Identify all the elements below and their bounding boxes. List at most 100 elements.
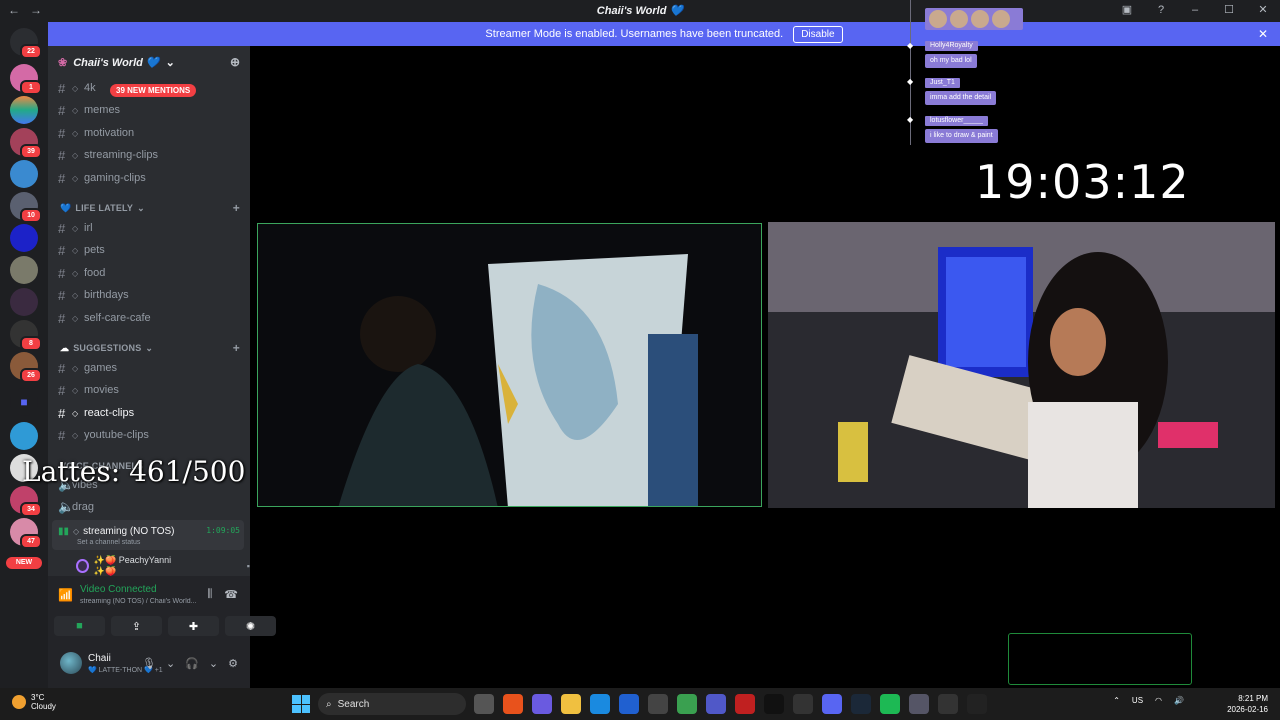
- steam-icon[interactable]: [851, 694, 871, 714]
- hash-icon: #: [58, 147, 66, 163]
- channel-item[interactable]: # ◇ irl: [58, 218, 244, 238]
- forward-arrow-icon[interactable]: →: [30, 3, 42, 17]
- server-icon[interactable]: 39: [10, 128, 42, 159]
- channel-item-react-clips[interactable]: # ◇ react-clips: [58, 403, 244, 423]
- settings-gear-icon[interactable]: ⚙: [228, 657, 238, 670]
- chevron-down-icon[interactable]: ⌄: [209, 657, 218, 670]
- server-icon[interactable]: [10, 288, 38, 316]
- close-banner-icon[interactable]: ✕: [1258, 27, 1268, 41]
- start-button[interactable]: [292, 695, 310, 713]
- chat-message: oh my bad lol: [925, 54, 977, 68]
- server-icon[interactable]: 47: [10, 518, 42, 549]
- channel-item[interactable]: # ◇ food: [58, 263, 244, 283]
- channel-label: birthdays: [84, 289, 129, 301]
- app-icon[interactable]: [967, 694, 987, 714]
- add-channel-icon[interactable]: +: [233, 341, 240, 355]
- server-icon[interactable]: [10, 256, 38, 284]
- tiktok-icon[interactable]: [764, 694, 784, 714]
- chrome-icon[interactable]: [677, 694, 697, 714]
- soundboard-button[interactable]: ✺: [225, 616, 276, 636]
- activities-button[interactable]: ✚: [168, 616, 219, 636]
- app-icon[interactable]: [532, 694, 552, 714]
- channel-item[interactable]: # ◇ streaming-clips: [58, 145, 244, 165]
- language-indicator[interactable]: US: [1132, 696, 1143, 705]
- app-icon[interactable]: [909, 694, 929, 714]
- category-life-lately[interactable]: 💙 LIFE LATELY ⌄ +: [60, 201, 240, 215]
- voice-status-title[interactable]: Video Connected: [80, 584, 157, 595]
- server-icon[interactable]: 8: [10, 320, 42, 351]
- channel-label: drag: [72, 501, 95, 513]
- channel-item[interactable]: # ◇ memes: [58, 100, 244, 120]
- minimize-button[interactable]: –: [1188, 4, 1202, 16]
- server-icon[interactable]: [10, 160, 38, 188]
- channel-item[interactable]: # ◇ self-care-cafe: [58, 308, 244, 328]
- disable-button[interactable]: Disable: [793, 25, 843, 43]
- inbox-icon[interactable]: ▣: [1120, 3, 1134, 16]
- date: 2026-02-16: [1227, 705, 1268, 714]
- server-icon[interactable]: 10: [10, 192, 42, 223]
- hash-icon: #: [58, 287, 66, 303]
- username: Chaii: [88, 653, 111, 664]
- headphones-icon[interactable]: 🎧: [185, 657, 199, 670]
- lattes-counter-overlay: Lattes: 461/500: [22, 455, 246, 488]
- direct-messages-icon[interactable]: 22: [10, 28, 42, 59]
- user-panel: Chaii 💙 LATTE-THON 💙 +1 🎙 ⌄ 🎧 ⌄ ⚙: [48, 642, 250, 688]
- close-window-button[interactable]: ✕: [1256, 3, 1270, 16]
- wifi-icon[interactable]: ◠: [1155, 696, 1162, 705]
- user-avatar[interactable]: [60, 652, 82, 674]
- channel-item[interactable]: # ◇ pets: [58, 240, 244, 260]
- add-member-icon[interactable]: ⊕: [230, 55, 240, 69]
- new-mentions-badge[interactable]: 39 NEW MENTIONS: [110, 84, 197, 97]
- screen-share-button[interactable]: ⇪: [111, 616, 162, 636]
- voice-channel-item[interactable]: 🔈 drag: [58, 497, 244, 517]
- server-icon[interactable]: 26: [10, 352, 42, 383]
- spotify-icon[interactable]: [880, 694, 900, 714]
- store-icon[interactable]: [648, 694, 668, 714]
- volume-icon[interactable]: 🔊: [1174, 696, 1184, 705]
- chevron-up-icon[interactable]: ⌃: [1113, 696, 1120, 705]
- weather-widget[interactable]: 3°C Cloudy: [12, 693, 56, 711]
- help-icon[interactable]: ?: [1154, 4, 1168, 16]
- taskbar-clock[interactable]: 8:21 PM 2026-02-16: [1227, 693, 1268, 715]
- diamond-icon: ◇: [72, 150, 79, 160]
- folder-icon[interactable]: ■: [10, 388, 38, 416]
- add-channel-icon[interactable]: +: [233, 201, 240, 215]
- obs-icon[interactable]: [938, 694, 958, 714]
- channel-item[interactable]: # ◇ gaming-clips: [58, 168, 244, 188]
- discord-icon[interactable]: [822, 694, 842, 714]
- app-icon[interactable]: [503, 694, 523, 714]
- channel-item[interactable]: # ◇ movies: [58, 380, 244, 400]
- server-icon[interactable]: [10, 224, 38, 252]
- file-explorer-icon[interactable]: [561, 694, 581, 714]
- maximize-button[interactable]: ☐: [1222, 3, 1236, 16]
- server-icon[interactable]: [10, 422, 38, 450]
- chevron-down-icon[interactable]: ⌄: [166, 657, 175, 670]
- webcam-feed-canvas: [257, 223, 762, 507]
- channel-item[interactable]: # ◇ games: [58, 358, 244, 378]
- server-badge-icon: ❀: [58, 56, 68, 69]
- voice-channel-streaming[interactable]: ▮▮ ◇ streaming (NO TOS): [58, 523, 175, 539]
- edge-icon[interactable]: [590, 694, 610, 714]
- channel-item[interactable]: # ◇ birthdays: [58, 285, 244, 305]
- channel-status[interactable]: Set a channel status: [77, 539, 140, 546]
- teams-icon[interactable]: [706, 694, 726, 714]
- disconnect-icon[interactable]: ☎: [224, 588, 238, 601]
- app-icon[interactable]: [735, 694, 755, 714]
- channel-item[interactable]: # ◇ motivation: [58, 123, 244, 143]
- chat-username: lotusflower_____: [925, 116, 988, 126]
- app-icon[interactable]: [619, 694, 639, 714]
- server-icon[interactable]: 1: [10, 64, 42, 95]
- server-icon[interactable]: [10, 96, 38, 124]
- task-view-icon[interactable]: [474, 694, 494, 714]
- taskbar-search[interactable]: ⌕ Search: [318, 693, 466, 715]
- back-arrow-icon[interactable]: ←: [8, 3, 20, 17]
- server-icon[interactable]: 34: [10, 486, 42, 517]
- noise-suppression-icon[interactable]: ⫼: [207, 588, 212, 601]
- microphone-icon[interactable]: 🎙: [142, 657, 156, 670]
- voice-participant[interactable]: ✨🍑 PeachyYanni ✨🍑 ▪: [76, 555, 250, 577]
- server-header[interactable]: ❀ Chaii's World 💙 ⌄ ⊕: [48, 46, 250, 78]
- camera-button[interactable]: ■: [54, 616, 105, 636]
- app-icon[interactable]: [793, 694, 813, 714]
- channel-item[interactable]: # ◇ youtube-clips: [58, 425, 244, 445]
- category-suggestions[interactable]: ☁ SUGGESTIONS ⌄ +: [60, 341, 240, 355]
